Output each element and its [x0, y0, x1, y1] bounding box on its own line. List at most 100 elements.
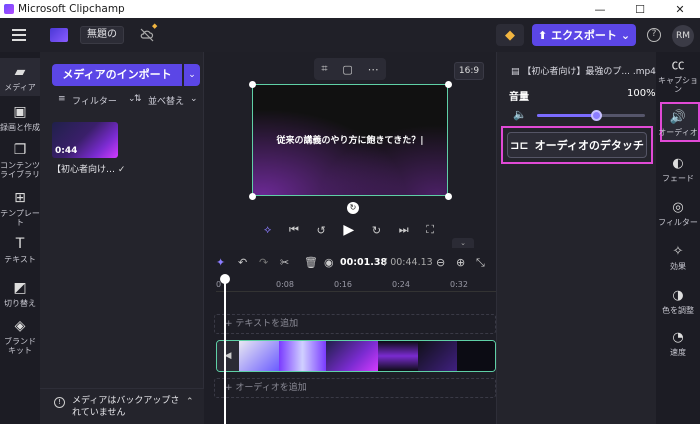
preview-area: ⌗ ▢ ⋯ 16:9 従来の講義のやり方に飽きてきた？| ↻ ⟡ ⏮ ↺ ▶ ↻…	[204, 52, 496, 250]
premium-badge-icon: ◆	[152, 22, 158, 30]
volume-slider-knob[interactable]	[591, 110, 603, 121]
timeline-ruler[interactable]: 0 0:08 0:16 0:24 0:32	[216, 276, 496, 292]
magic-icon[interactable]: ⟡	[264, 223, 271, 237]
sort-button[interactable]: 並べ替え	[148, 94, 184, 107]
chevron-down-icon: ⌄	[620, 28, 631, 42]
add-text-track[interactable]: + テキストを追加	[214, 314, 496, 334]
close-button[interactable]: ✕	[660, 0, 700, 18]
import-media-button[interactable]: メディアのインポート	[52, 64, 182, 86]
rnav-item-filters[interactable]: ◎ フィルター	[656, 200, 700, 227]
nav-item-transitions[interactable]: ◩ 切り替え	[0, 280, 40, 308]
video-canvas[interactable]: 従来の講義のやり方に飽きてきた？|	[252, 84, 448, 196]
speaker-icon[interactable]: 🔈	[513, 108, 527, 121]
effects-icon: ✧	[672, 244, 684, 259]
skip-back-icon[interactable]: ⏮	[289, 223, 299, 237]
playhead[interactable]	[224, 276, 226, 424]
play-icon[interactable]: ▶	[343, 222, 354, 238]
detach-audio-button[interactable]: ⊐⊏ オーディオのデタッチ	[507, 132, 647, 158]
undo-icon[interactable]: ↶	[238, 256, 247, 269]
snapshot-icon[interactable]: ◉	[324, 256, 334, 269]
preview-toolbar: ⌗ ▢ ⋯	[314, 58, 386, 80]
speed-icon: ◔	[672, 330, 684, 345]
fit-timeline-icon[interactable]: ⤡	[476, 256, 485, 270]
import-dropdown-button[interactable]: ⌄	[184, 64, 200, 86]
nav-label: テンプレート	[0, 209, 40, 227]
info-icon: !	[54, 397, 65, 408]
chevron-up-icon[interactable]: ⌃	[186, 397, 194, 407]
media-thumbnail[interactable]: 0:44	[52, 122, 118, 158]
forward-5-icon[interactable]: ↻	[372, 224, 381, 237]
resize-handle-tr[interactable]	[445, 81, 452, 88]
canvas-caption-text: 従来の講義のやり方に飽きてきた？|	[276, 136, 424, 146]
rnav-item-fade[interactable]: ◐ フェード	[656, 156, 700, 183]
nav-label: 録画と作成	[0, 123, 40, 132]
video-clip[interactable]: ◀	[216, 340, 496, 372]
rnav-item-captions[interactable]: ㏄ キャプション	[656, 58, 700, 94]
aspect-ratio-button[interactable]: 16:9	[454, 62, 484, 80]
left-nav: ▰ メディア ▣ 録画と作成 ❐ コンテンツ ライブラリ ⊞ テンプレート T …	[0, 52, 40, 424]
resize-handle-bl[interactable]	[249, 193, 256, 200]
volume-slider[interactable]	[537, 110, 645, 121]
split-icon[interactable]: ✂	[280, 256, 289, 269]
camera-icon: ▣	[13, 104, 27, 120]
delete-icon[interactable]: 🗑	[304, 256, 318, 269]
zoom-in-icon[interactable]: ⊕	[456, 256, 465, 269]
clip-frame	[417, 341, 458, 371]
zoom-out-icon[interactable]: ⊖	[436, 256, 445, 269]
upload-icon: ⬆	[537, 28, 548, 42]
minimize-button[interactable]: —	[580, 0, 620, 18]
rnav-item-color-adjust[interactable]: ◑ 色を調整	[656, 288, 700, 315]
clip-frame	[326, 341, 378, 371]
add-audio-track[interactable]: + オーディオを追加	[214, 378, 496, 398]
project-title-input[interactable]: 無題の	[80, 26, 124, 44]
speaker-icon[interactable]: ◀	[217, 341, 239, 371]
detach-icon: ⊐⊏	[510, 138, 529, 152]
resize-handle-br[interactable]	[445, 193, 452, 200]
volume-slider-fill	[537, 114, 597, 117]
filter-button[interactable]: フィルター	[72, 94, 117, 107]
text-icon: T	[15, 236, 25, 252]
nav-item-record[interactable]: ▣ 録画と作成	[0, 104, 40, 132]
nav-item-text[interactable]: T テキスト	[0, 236, 40, 264]
help-icon[interactable]: ?	[647, 28, 661, 42]
nav-item-library[interactable]: ❐ コンテンツ ライブラリ	[0, 142, 40, 179]
rnav-item-effects[interactable]: ✧ 効果	[656, 244, 700, 271]
fit-icon[interactable]: ▢	[342, 63, 352, 76]
window-titlebar: Microsoft Clipchamp — ☐ ✕	[0, 0, 700, 18]
skip-forward-icon[interactable]: ⏭	[399, 223, 409, 237]
nav-item-media[interactable]: ▰ メディア	[0, 58, 40, 96]
premium-diamond-button[interactable]: ◆	[496, 24, 524, 46]
nav-label: テキスト	[4, 255, 36, 264]
library-icon: ❐	[13, 142, 27, 158]
nav-item-brand-kit[interactable]: ◈ ブランド キット	[0, 318, 40, 355]
fade-icon: ◐	[672, 156, 684, 171]
template-icon: ⊞	[14, 190, 26, 206]
ruler-tick: 0:08	[276, 280, 294, 289]
redo-icon[interactable]: ↷	[259, 256, 268, 269]
nav-item-templates[interactable]: ⊞ テンプレート	[0, 190, 40, 227]
export-button[interactable]: ⬆ エクスポート ⌄	[532, 24, 636, 46]
ruler-tick: 0:16	[334, 280, 352, 289]
clip-frame	[457, 341, 495, 371]
maximize-button[interactable]: ☐	[620, 0, 660, 18]
clip-frame	[278, 341, 327, 371]
resize-handle-tl[interactable]	[249, 81, 256, 88]
rewind-5-icon[interactable]: ↺	[317, 224, 326, 237]
playhead-handle[interactable]	[220, 274, 230, 284]
crop-icon[interactable]: ⌗	[321, 62, 327, 76]
rnav-item-audio[interactable]: 🔊 オーディオ	[656, 110, 700, 137]
window-title: Microsoft Clipchamp	[18, 3, 125, 15]
filter-sort-row: ≡ フィルター ⌄ ⇅ 並べ替え ⌄	[58, 94, 198, 116]
chevron-down-icon[interactable]: ⌄	[452, 238, 474, 248]
fullscreen-icon[interactable]: ⛶	[426, 223, 434, 237]
audio-icon: 🔊	[669, 110, 687, 125]
volume-label: 音量	[509, 92, 529, 103]
more-icon[interactable]: ⋯	[368, 63, 379, 76]
detach-audio-label: オーディオのデタッチ	[534, 139, 644, 152]
menu-icon[interactable]	[12, 29, 26, 44]
export-label: エクスポート	[551, 29, 617, 42]
avatar[interactable]: RM	[672, 25, 694, 47]
rotate-icon[interactable]: ↻	[347, 202, 359, 214]
ai-sparkle-icon[interactable]: ✦	[216, 256, 225, 269]
rnav-item-speed[interactable]: ◔ 速度	[656, 330, 700, 357]
